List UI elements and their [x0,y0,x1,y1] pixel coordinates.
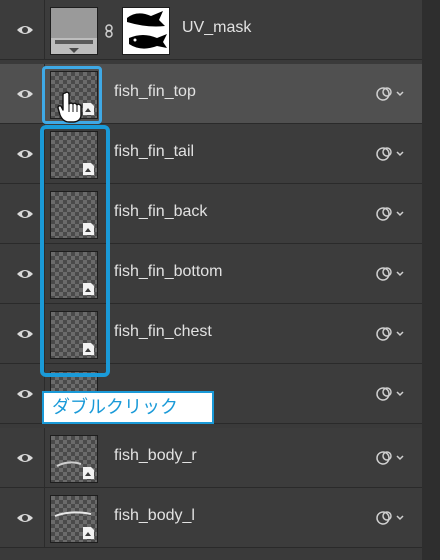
layer-thumbnail[interactable] [50,435,98,483]
layer-name: fish_fin_tail [114,143,195,160]
layer-effects-icon[interactable] [374,204,404,224]
layer-effects-icon[interactable] [374,508,404,528]
scrollbar-track[interactable] [422,0,440,560]
eye-icon[interactable] [16,386,34,402]
layer-name: UV_mask [182,19,252,36]
layer-thumbnail[interactable] [50,495,98,543]
eye-icon[interactable] [16,326,34,342]
layer-effects-icon[interactable] [374,144,404,164]
layers-panel: UV_mask fish_fin_top fish_fin_tail fish_… [0,0,440,560]
layer-name: fish_fin_top [114,83,196,100]
layer-effects-icon[interactable] [374,84,404,104]
row-separator [44,488,45,547]
layer-name: fish_body_l [114,507,195,524]
layer-row-fish-body-l[interactable]: fish_body_l [0,488,422,548]
layer-name: fish_body_r [114,447,197,464]
eye-icon[interactable] [16,22,34,38]
layer-row-fish-body-r[interactable]: fish_body_r [0,428,422,488]
layer-effects-icon[interactable] [374,448,404,468]
hand-pointer-icon [57,91,82,123]
eye-icon[interactable] [16,266,34,282]
layer-row-uv-mask[interactable]: UV_mask [0,0,422,60]
eye-icon[interactable] [16,86,34,102]
layer-name: fish_fin_chest [114,323,212,340]
layer-effects-icon[interactable] [374,264,404,284]
chain-link-icon[interactable] [104,24,114,38]
eye-icon[interactable] [16,510,34,526]
mask-thumbnail[interactable] [122,7,170,55]
smart-object-badge-icon [83,467,94,479]
layer-effects-icon[interactable] [374,324,404,344]
double-click-annotation: ダブルクリック [42,391,214,424]
layer-effects-icon[interactable] [374,384,404,404]
layer-name: fish_fin_bottom [114,263,223,280]
layer-thumbnail[interactable] [50,7,98,55]
row-separator [44,0,45,59]
eye-icon[interactable] [16,450,34,466]
smart-object-badge-icon [83,527,94,539]
eye-icon[interactable] [16,206,34,222]
layer-name: fish_fin_back [114,203,208,220]
row-separator [44,428,45,487]
highlight-box-thumbnails [40,125,110,377]
eye-icon[interactable] [16,146,34,162]
